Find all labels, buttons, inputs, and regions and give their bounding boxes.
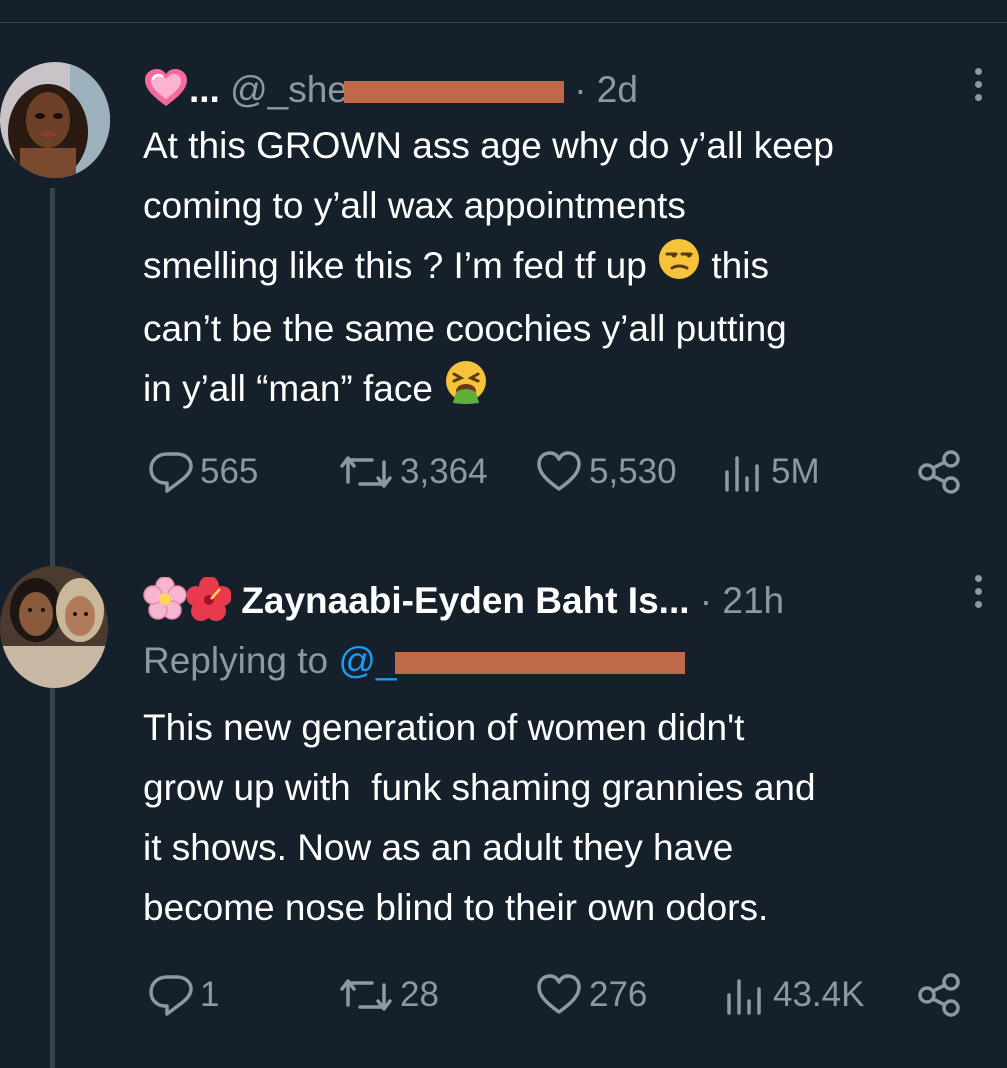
more-options-icon[interactable]	[973, 68, 983, 107]
share-button[interactable]	[916, 450, 962, 494]
thread-line	[50, 698, 55, 1068]
view-count: 43.4K	[773, 975, 865, 1014]
replying-handle[interactable]: @_	[338, 640, 396, 681]
more-options-icon[interactable]	[973, 575, 983, 614]
tweet-line: smelling like this ? I’m fed tf up this	[143, 236, 993, 299]
tweet-text: This new generation of women didn't grow…	[143, 698, 993, 938]
tweet-line: coming to y’all wax appointments	[143, 185, 686, 226]
retweet-count: 3,364	[400, 452, 488, 491]
heart-icon	[537, 974, 581, 1014]
tweet-line: it shows. Now as an adult they have	[143, 827, 734, 868]
unamused-face-icon	[657, 237, 701, 299]
timestamp[interactable]: · 2d	[574, 69, 638, 110]
divider	[0, 22, 1007, 23]
share-button[interactable]	[916, 973, 962, 1017]
tweet-line: At this GROWN ass age why do y’all keep	[143, 125, 834, 166]
reply-button[interactable]: 565	[148, 450, 258, 494]
cherry-blossom-icon	[143, 576, 187, 629]
redaction	[343, 81, 564, 103]
reply-count: 1	[200, 975, 220, 1014]
views-icon	[725, 456, 759, 492]
views-button[interactable]: 5M	[721, 450, 820, 494]
replying-to: Replying to @_	[143, 640, 685, 682]
like-count: 276	[589, 975, 648, 1014]
share-icon	[918, 450, 960, 494]
timestamp[interactable]: · 21h	[700, 580, 784, 621]
tweet-line: become nose blind to their own odors.	[143, 887, 769, 928]
display-name[interactable]: ...	[189, 69, 220, 110]
tweet-line: in y’all “man” face	[143, 359, 993, 423]
like-count: 5,530	[589, 452, 677, 491]
vomiting-face-icon	[443, 359, 489, 423]
reply-button[interactable]: 1	[148, 973, 219, 1017]
retweet-icon	[340, 979, 392, 1011]
avatar[interactable]	[0, 566, 108, 688]
tweet-text: At this GROWN ass age why do y’all keep …	[143, 116, 993, 423]
reply-icon	[149, 975, 193, 1016]
tweet-actions: 565 3,364 5,530 5M	[143, 450, 973, 494]
reply-count: 565	[200, 452, 259, 491]
display-name[interactable]: Zaynaabi-Eyden Baht Is...	[241, 580, 689, 621]
retweet-button[interactable]: 28	[338, 973, 439, 1017]
tweet-line: grow up with funk shaming grannies and	[143, 767, 816, 808]
replying-label: Replying to	[143, 640, 329, 681]
like-button[interactable]: 276	[535, 973, 647, 1017]
reply-icon	[149, 452, 193, 493]
tweet-line: This new generation of women didn't	[143, 707, 745, 748]
tweet-line: can’t be the same coochies y’all putting	[143, 308, 787, 350]
view-count: 5M	[771, 452, 820, 491]
views-button[interactable]: 43.4K	[723, 973, 864, 1017]
avatar[interactable]	[0, 62, 110, 178]
tweet-header: Zaynaabi-Eyden Baht Is... · 21h	[143, 576, 784, 629]
retweet-icon	[340, 456, 392, 488]
like-button[interactable]: 5,530	[535, 450, 677, 494]
tweet-header: ... @_she · 2d	[143, 68, 638, 116]
tweet-actions: 1 28 276 43.4K	[143, 973, 973, 1017]
retweet-button[interactable]: 3,364	[338, 450, 488, 494]
views-icon	[727, 979, 761, 1015]
hibiscus-icon	[186, 576, 232, 629]
heart-icon	[537, 451, 581, 491]
share-icon	[918, 973, 960, 1017]
redaction	[394, 652, 685, 675]
retweet-count: 28	[400, 975, 439, 1014]
pink-heart-icon	[143, 68, 189, 116]
handle[interactable]: @_she	[230, 69, 348, 110]
